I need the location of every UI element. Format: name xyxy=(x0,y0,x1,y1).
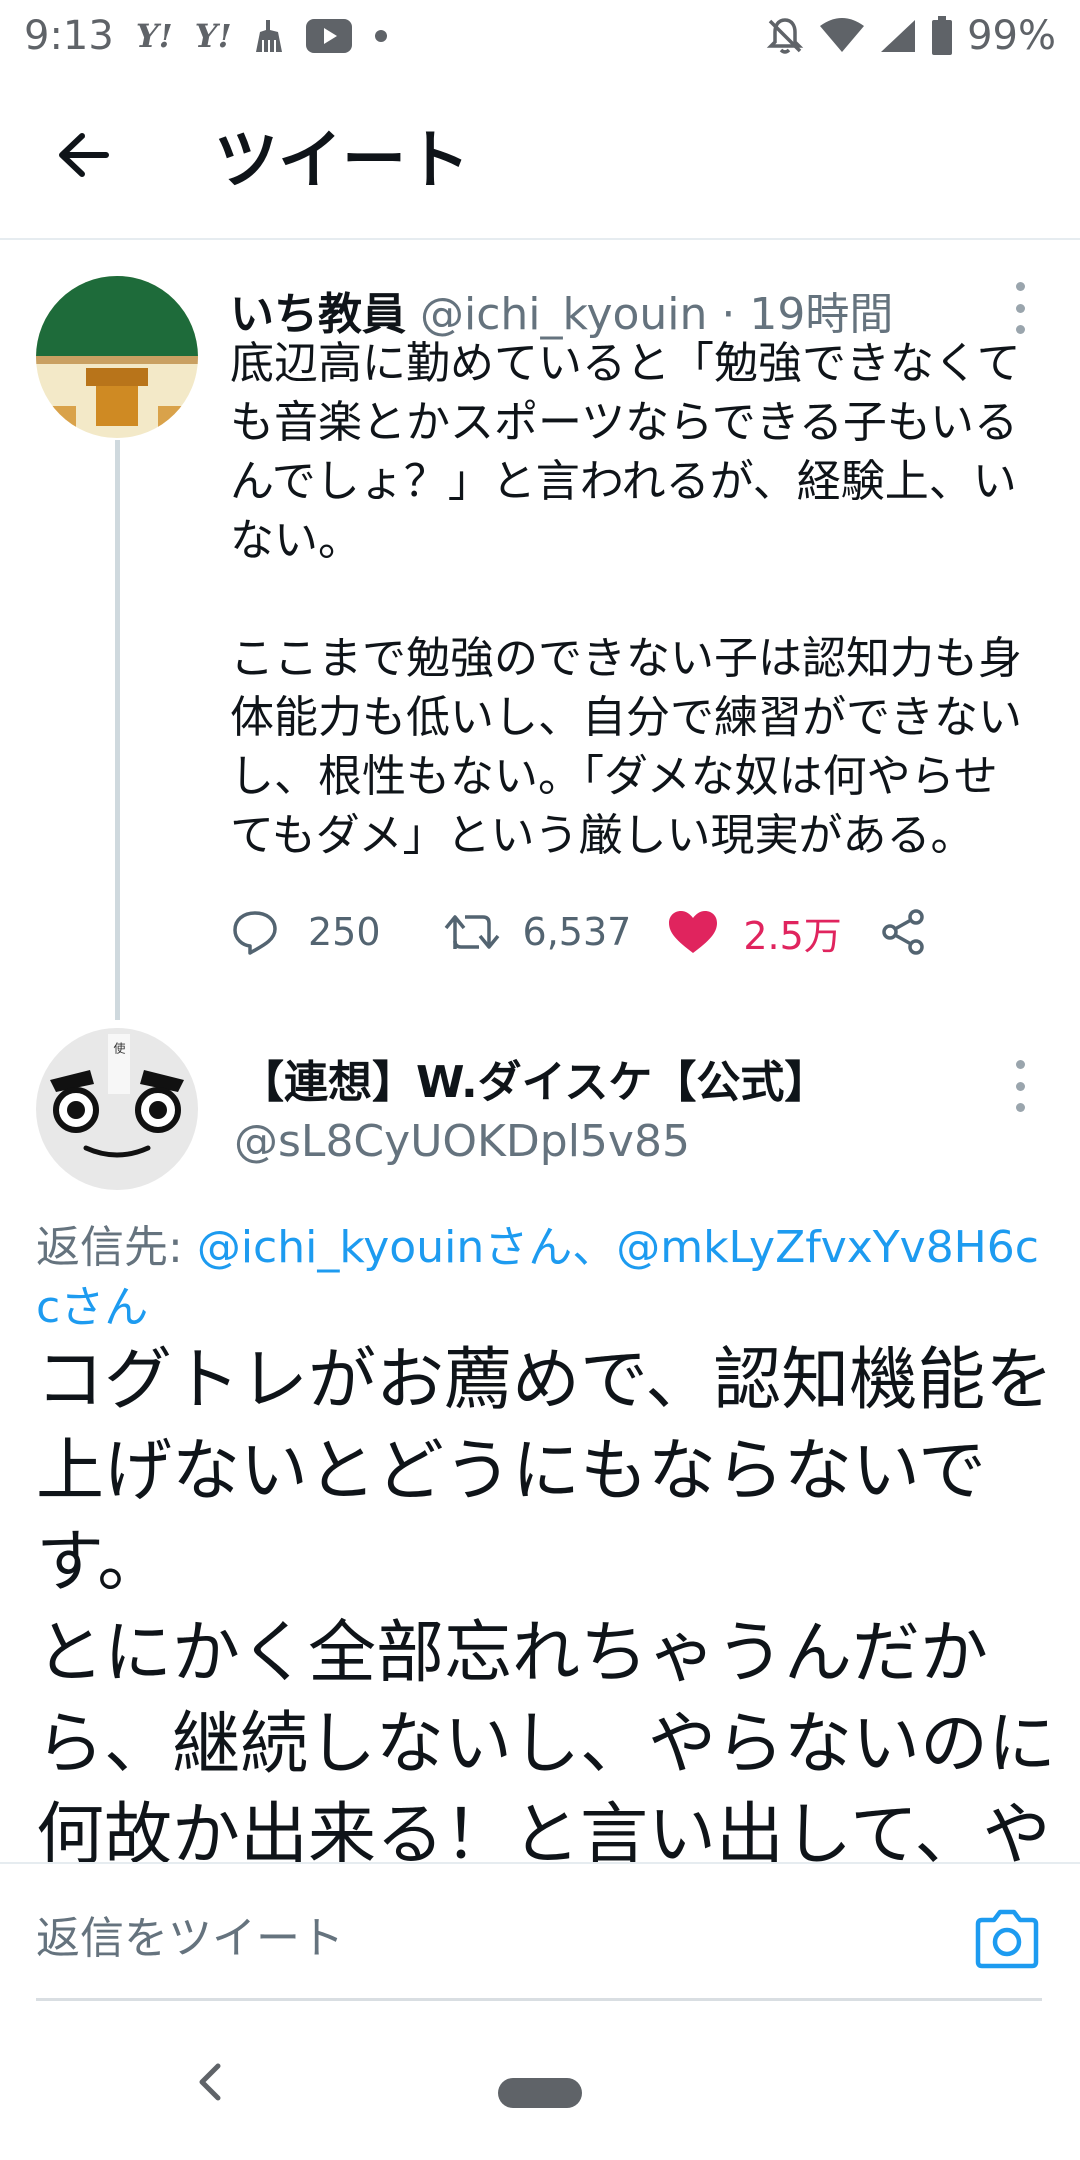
system-nav-bar xyxy=(0,2006,1080,2160)
replying-to: 返信先: @ichi_kyouinさん、@mkLyZfvxYv8H6ccさん xyxy=(36,1218,1046,1338)
replying-to-label: 返信先: xyxy=(36,1222,197,1273)
camera-button[interactable] xyxy=(972,1908,1042,1970)
reply-composer: 返信をツイート xyxy=(0,1862,1080,2006)
more-options-button[interactable] xyxy=(1000,1056,1040,1116)
avatar[interactable]: 使 xyxy=(36,1028,198,1190)
svg-text:使: 使 xyxy=(112,1041,126,1055)
author-handle[interactable]: @sL8CyUOKDpl5v85 xyxy=(234,1116,690,1167)
composer-underline xyxy=(36,1998,1042,2001)
dot xyxy=(1015,1103,1025,1112)
tweet-text: コグトレがお薦めで、認知機能を 上げないとどうにもならないで す。 とにかく全部… xyxy=(36,1341,1057,1875)
dot xyxy=(1015,1081,1025,1091)
camera-icon xyxy=(975,1909,1039,1969)
reply-input[interactable]: 返信をツイート xyxy=(36,1902,344,1966)
nav-back-button[interactable] xyxy=(190,2060,230,2104)
author-name[interactable]: 【連想】W.ダイスケ【公式】 xyxy=(240,1046,828,1110)
nav-home-pill[interactable] xyxy=(498,2078,582,2108)
chevron-left-icon xyxy=(199,2063,221,2101)
tweet-reply[interactable]: 使 【連想】W.ダイスケ【公式】 @sL8CyUOKDpl5v85 返信先: @… xyxy=(0,0,1080,1875)
dot xyxy=(1015,1060,1025,1069)
